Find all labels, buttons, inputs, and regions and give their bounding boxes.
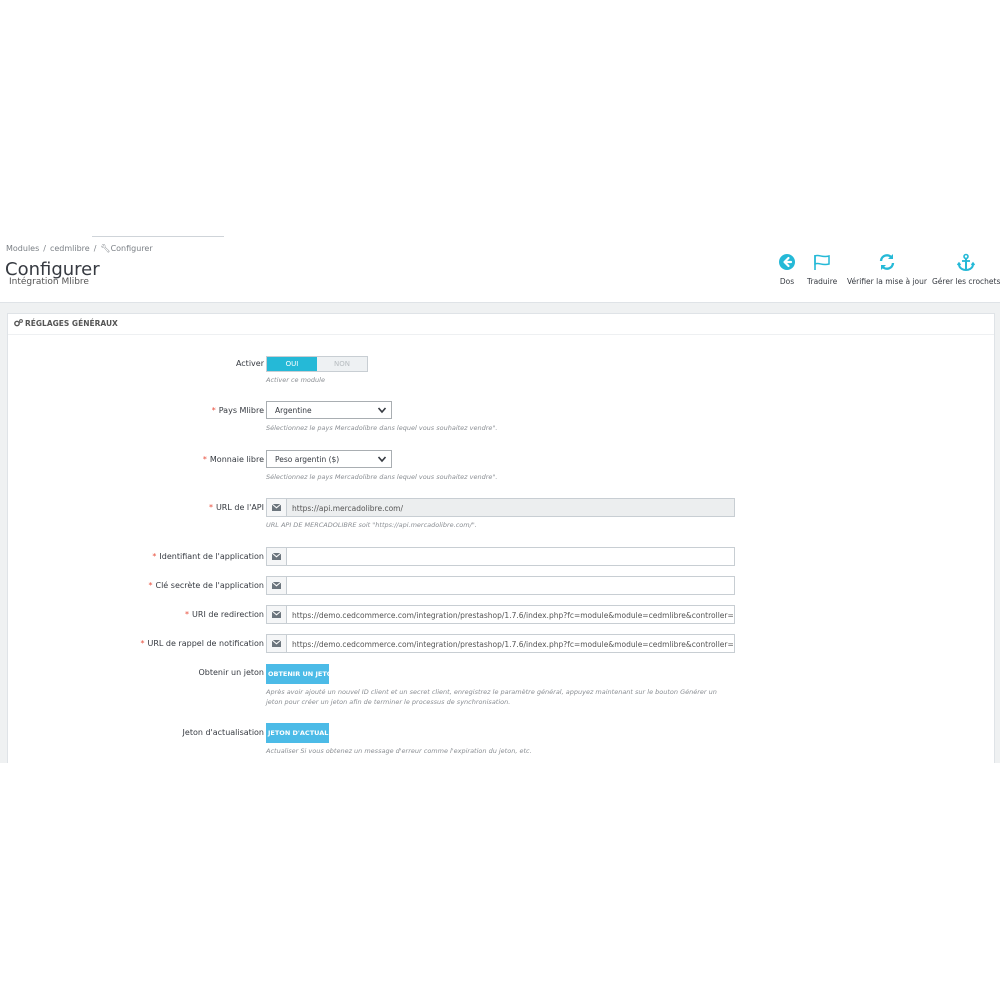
app-secret-input[interactable] <box>266 576 735 595</box>
get-token-help-2: jeton pour créer un jeton afin de termin… <box>266 698 511 706</box>
translate-button[interactable]: Traduire <box>807 253 837 286</box>
chevron-down-icon <box>377 454 387 466</box>
breadcrumb: Modules / cedmlibre / 🔧︎Configurer <box>6 244 153 253</box>
refresh-token-help: Actualiser Si vous obtenez un message d'… <box>266 747 532 755</box>
pays-help: Sélectionnez le pays Mercadolibre dans l… <box>266 424 498 432</box>
general-settings-panel: RÉGLAGES GÉNÉRAUX Activer OUI NON Active… <box>7 313 995 763</box>
gears-icon <box>14 319 23 329</box>
envelope-icon <box>267 499 287 516</box>
breadcrumb-configurer: Configurer <box>110 244 153 253</box>
chevron-down-icon <box>377 405 387 417</box>
redirect-uri-input[interactable]: https://demo.cedcommerce.com/integration… <box>266 605 735 624</box>
activer-toggle[interactable]: OUI NON <box>266 356 368 372</box>
get-token-label: Obtenir un jeton <box>198 668 265 677</box>
api-url-help: URL API DE MERCADOLIBRE soit "https://ap… <box>266 521 477 529</box>
monnaie-help: Sélectionnez le pays Mercadolibre dans l… <box>266 473 498 481</box>
refresh-token-button[interactable]: JETON D'ACTUALISATION <box>266 723 329 743</box>
monnaie-select[interactable]: Peso argentin ($) <box>266 450 392 468</box>
app-secret-label: * Clé secrète de l'application <box>148 581 265 590</box>
app-id-label: * Identifiant de l'application <box>152 552 264 561</box>
manage-hooks-button[interactable]: Gérer les crochets <box>932 253 1000 286</box>
api-url-input[interactable]: https://api.mercadolibre.com/ <box>266 498 735 517</box>
pays-label: * Pays Mlibre <box>211 406 264 415</box>
envelope-icon <box>267 548 287 565</box>
refresh-icon <box>847 253 927 275</box>
arrow-circle-left-icon <box>778 253 796 275</box>
wrench-icon: 🔧︎ <box>100 244 111 253</box>
envelope-icon <box>267 635 287 652</box>
back-button[interactable]: Dos <box>778 253 796 286</box>
activer-help: Activer ce module <box>266 376 325 384</box>
page-header: Modules / cedmlibre / 🔧︎Configurer Configure… <box>0 237 1000 303</box>
page-subtitle: Intégration Mlibre <box>9 277 89 287</box>
breadcrumb-modules[interactable]: Modules <box>6 244 39 253</box>
notification-url-input[interactable]: https://demo.cedcommerce.com/integration… <box>266 634 735 653</box>
panel-heading: RÉGLAGES GÉNÉRAUX <box>8 314 994 335</box>
app-id-input[interactable] <box>266 547 735 566</box>
pays-select[interactable]: Argentine <box>266 401 392 419</box>
get-token-button[interactable]: OBTENIR UN JETON <box>266 664 329 684</box>
refresh-token-label: Jeton d'actualisation <box>182 728 264 737</box>
toggle-non[interactable]: NON <box>317 357 367 371</box>
check-update-button[interactable]: Vérifier la mise à jour <box>847 253 927 286</box>
envelope-icon <box>267 606 287 623</box>
get-token-help-1: Après avoir ajouté un nouvel ID client e… <box>266 688 717 696</box>
api-url-label: * URL de l'API <box>208 503 264 512</box>
activer-label: Activer <box>235 359 264 368</box>
flag-icon <box>807 253 837 275</box>
redirect-uri-label: * URI de redirection <box>185 610 264 619</box>
notification-url-label: * URL de rappel de notification <box>140 639 264 648</box>
breadcrumb-cedmlibre[interactable]: cedmlibre <box>50 244 90 253</box>
anchor-icon <box>932 253 1000 275</box>
toggle-oui[interactable]: OUI <box>267 357 317 371</box>
envelope-icon <box>267 577 287 594</box>
monnaie-label: * Monnaie libre <box>202 455 264 464</box>
